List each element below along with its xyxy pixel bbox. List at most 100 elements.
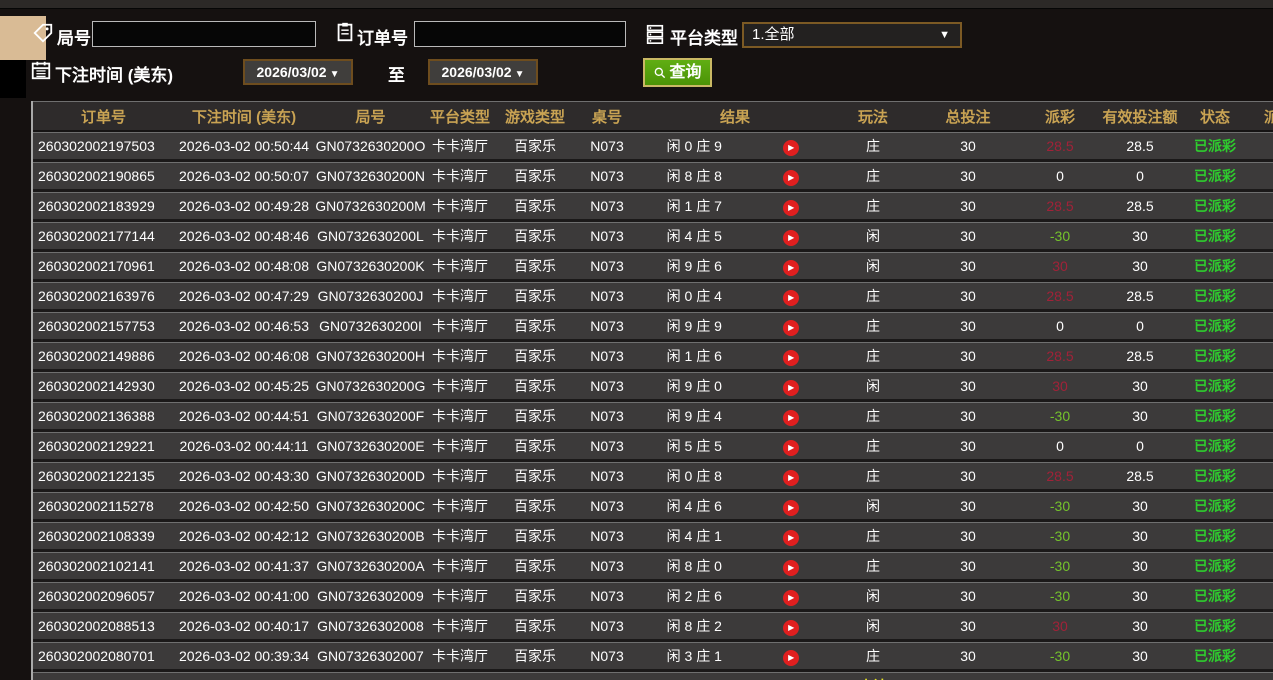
col-bet-time: 下注时间 (美东) [174,101,314,132]
cell-payout: -30 [1023,522,1097,552]
result-text: 闲 3 庄 1 [666,648,722,664]
cell-play-type: 庄 [833,522,913,552]
cell-result: 闲 5 庄 5 ▶ [637,432,833,462]
date-range-to-label: 至 [388,66,405,85]
cell-table-no: N073 [577,582,637,612]
cell-result: 闲 3 庄 1 ▶ [637,642,833,672]
cell-play-type: 闲 [833,222,913,252]
cell-game-no: GN0732630200J [314,282,427,312]
replay-play-icon[interactable]: ▶ [783,259,800,276]
cell-payout: 0 [1023,162,1097,192]
replay-play-icon[interactable]: ▶ [783,319,800,336]
replay-play-icon[interactable]: ▶ [783,379,800,396]
cell-platform-type: 卡卡湾厅 [427,612,493,642]
replay-play-icon[interactable]: ▶ [783,439,800,456]
cell-bet-time: 2026-03-02 00:50:07 [174,162,314,192]
replay-play-icon[interactable]: ▶ [783,469,800,486]
cell-order-no: 260302002096057 [33,582,174,612]
replay-play-icon[interactable]: ▶ [783,559,800,576]
cell-play-type: 庄 [833,642,913,672]
order-no-input[interactable] [414,21,626,47]
replay-play-icon[interactable]: ▶ [783,229,800,246]
replay-play-icon[interactable]: ▶ [783,499,800,516]
cell-game-no: GN0732630200B [314,522,427,552]
col-game-type: 游戏类型 [493,101,577,132]
cell-clipped [1247,192,1273,222]
table-row: 260302002115278 2026-03-02 00:42:50 GN0732… [33,492,1273,522]
subtotal-total-bet: 540 [913,672,1023,680]
result-text: 闲 9 庄 6 [666,258,722,274]
replay-play-icon[interactable]: ▶ [783,619,800,636]
cell-valid-bet: 28.5 [1097,282,1183,312]
table-row: 260302002149886 2026-03-02 00:46:08 GN0732… [33,342,1273,372]
cell-status: 已派彩 [1183,642,1247,672]
date-to-picker[interactable]: 2026/03/02 ▼ [428,59,538,85]
cell-platform-type: 卡卡湾厅 [427,342,493,372]
replay-play-icon[interactable]: ▶ [783,409,800,426]
cell-order-no: 260302002122135 [33,462,174,492]
cell-valid-bet: 30 [1097,582,1183,612]
replay-play-icon[interactable]: ▶ [783,169,800,186]
cell-game-type: 百家乐 [493,282,577,312]
replay-play-icon[interactable]: ▶ [783,289,800,306]
table-body: 260302002197503 2026-03-02 00:50:44 GN0732… [33,132,1273,672]
col-play-type: 玩法 [833,101,913,132]
chevron-down-icon: ▼ [939,29,950,41]
cell-game-no: GN0732630200K [314,252,427,282]
replay-play-icon[interactable]: ▶ [783,349,800,366]
cell-total-bet: 30 [913,402,1023,432]
cell-platform-type: 卡卡湾厅 [427,162,493,192]
cell-game-no: GN07326302009 [314,582,427,612]
cell-play-type: 庄 [833,462,913,492]
cell-valid-bet: 30 [1097,222,1183,252]
cell-valid-bet: 0 [1097,432,1183,462]
cell-total-bet: 30 [913,372,1023,402]
cell-payout: -30 [1023,582,1097,612]
replay-play-icon[interactable]: ▶ [783,589,800,606]
table-row: 260302002183929 2026-03-02 00:49:28 GN0732… [33,192,1273,222]
table-row: 260302002122135 2026-03-02 00:43:30 GN0732… [33,462,1273,492]
cell-clipped [1247,342,1273,372]
cell-game-no: GN0732630200G [314,372,427,402]
cell-order-no: 260302002177144 [33,222,174,252]
cell-result: 闲 4 庄 6 ▶ [637,492,833,522]
date-from-picker[interactable]: 2026/03/02 ▼ [243,59,353,85]
cell-game-no: GN0732630200L [314,222,427,252]
platform-type-select[interactable]: 1.全部 ▼ [742,22,962,48]
cell-clipped [1247,642,1273,672]
cell-total-bet: 30 [913,252,1023,282]
cell-play-type: 闲 [833,372,913,402]
cell-game-type: 百家乐 [493,552,577,582]
replay-play-icon[interactable]: ▶ [783,139,800,156]
cell-game-no: GN0732630200E [314,432,427,462]
cell-bet-time: 2026-03-02 00:41:00 [174,582,314,612]
subtotal-row: 小计 540 22.5 442.5 [33,672,1273,680]
cell-payout: -30 [1023,222,1097,252]
cell-status: 已派彩 [1183,432,1247,462]
col-status: 状态 [1183,101,1247,132]
cell-game-type: 百家乐 [493,582,577,612]
calendar-icon [30,59,52,81]
result-text: 闲 9 庄 4 [666,408,722,424]
search-button[interactable]: 查询 [643,58,712,87]
replay-play-icon[interactable]: ▶ [783,199,800,216]
cell-game-type: 百家乐 [493,462,577,492]
cell-total-bet: 30 [913,462,1023,492]
result-text: 闲 9 庄 9 [666,318,722,334]
cell-play-type: 庄 [833,552,913,582]
cell-table-no: N073 [577,372,637,402]
cell-payout: -30 [1023,492,1097,522]
cell-payout: 30 [1023,612,1097,642]
cell-payout: -30 [1023,642,1097,672]
table-row: 260302002157753 2026-03-02 00:46:53 GN0732… [33,312,1273,342]
cell-platform-type: 卡卡湾厅 [427,252,493,282]
replay-play-icon[interactable]: ▶ [783,529,800,546]
cell-order-no: 260302002080701 [33,642,174,672]
col-payout: 派彩 [1023,101,1097,132]
cell-status: 已派彩 [1183,552,1247,582]
cell-game-type: 百家乐 [493,222,577,252]
replay-play-icon[interactable]: ▶ [783,649,800,666]
cell-status: 已派彩 [1183,192,1247,222]
cell-payout: 28.5 [1023,192,1097,222]
game-no-input[interactable] [92,21,316,47]
